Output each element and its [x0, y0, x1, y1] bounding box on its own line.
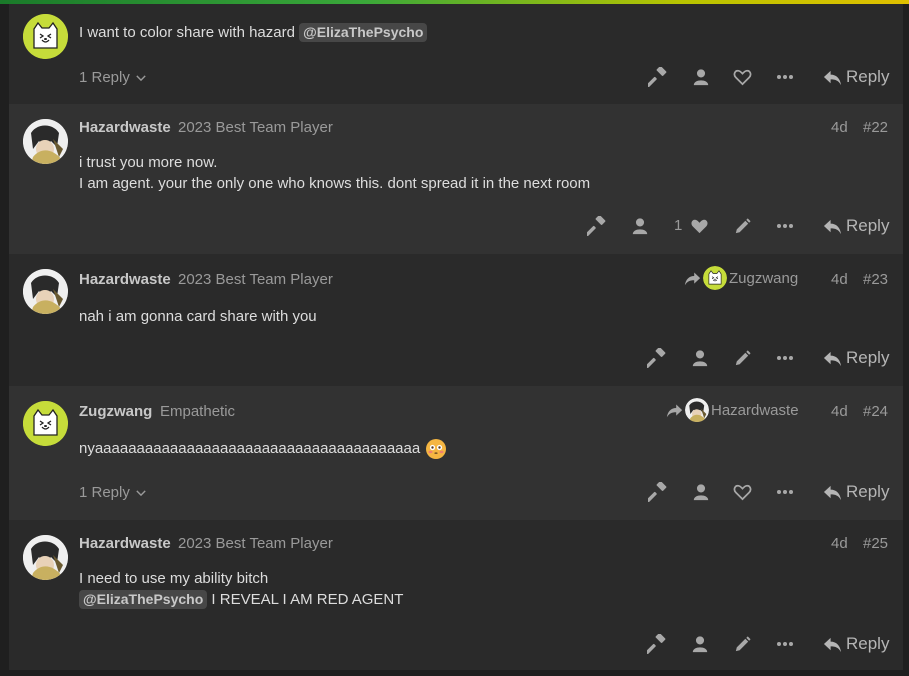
- reply-label: Reply: [846, 634, 890, 653]
- replies-toggle[interactable]: 1 Reply: [79, 69, 148, 86]
- more-icon[interactable]: [775, 482, 795, 502]
- user-title: Empathetic: [160, 403, 236, 420]
- more-icon[interactable]: [775, 634, 795, 654]
- post-21: I want to color share with hazard @Eliza…: [9, 4, 903, 104]
- hammer-icon[interactable]: [648, 67, 668, 87]
- reply-arrow-icon: [823, 217, 842, 236]
- reply-arrow-icon: [823, 68, 842, 87]
- username[interactable]: Hazardwaste: [79, 535, 171, 552]
- post-body: I need to use my ability bitch @ElizaThe…: [79, 568, 403, 610]
- replies-toggle[interactable]: 1 Reply: [79, 484, 148, 501]
- pencil-icon[interactable]: [732, 634, 752, 654]
- post-23: Hazardwaste 2023 Best Team Player Zugzwa…: [9, 254, 903, 386]
- post-body: nyaaaaaaaaaaaaaaaaaaaaaaaaaaaaaaaaaaaaaa…: [79, 438, 447, 460]
- reply-to-username: Zugzwang: [729, 269, 799, 287]
- share-arrow-icon: [666, 402, 683, 419]
- post-body: I want to color share with hazard @Eliza…: [79, 22, 428, 43]
- heart-icon[interactable]: [732, 67, 752, 87]
- flushed-face-emoji-icon: [426, 439, 447, 460]
- reply-to-avatar: [703, 266, 727, 290]
- more-icon[interactable]: [775, 216, 795, 236]
- reply-button[interactable]: Reply: [823, 67, 889, 87]
- post-date[interactable]: 4d: [831, 403, 848, 420]
- post-24: Zugzwang Empathetic Hazardwaste 4d #24 n…: [9, 386, 903, 520]
- reply-to-link[interactable]: Zugzwang: [684, 266, 798, 290]
- avatar-zugzwang[interactable]: [23, 14, 68, 59]
- post-body-line: nah i am gonna card share with you: [79, 308, 317, 325]
- hammer-icon[interactable]: [587, 216, 607, 236]
- user-icon[interactable]: [630, 216, 650, 236]
- user-icon[interactable]: [690, 634, 710, 654]
- post-number[interactable]: #22: [863, 119, 888, 136]
- hammer-icon[interactable]: [647, 634, 667, 654]
- post-body: nah i am gonna card share with you: [79, 306, 317, 327]
- heart-icon[interactable]: [732, 482, 752, 502]
- avatar-hazardwaste[interactable]: [23, 269, 68, 314]
- post-body-line: i trust you more now.: [79, 154, 218, 171]
- post-25: Hazardwaste 2023 Best Team Player 4d #25…: [9, 520, 903, 670]
- chevron-down-icon: [134, 486, 148, 500]
- post-date[interactable]: 4d: [831, 535, 848, 552]
- mention-link[interactable]: @ElizaThePsycho: [299, 23, 428, 42]
- user-title: 2023 Best Team Player: [178, 271, 333, 288]
- post-date[interactable]: 4d: [831, 119, 848, 136]
- post-number[interactable]: #25: [863, 535, 888, 552]
- mention-link[interactable]: @ElizaThePsycho: [79, 590, 208, 609]
- reply-arrow-icon: [823, 483, 842, 502]
- reply-to-avatar: [685, 398, 709, 422]
- user-icon[interactable]: [691, 67, 711, 87]
- reply-button[interactable]: Reply: [823, 482, 889, 502]
- chevron-down-icon: [134, 71, 148, 85]
- more-icon[interactable]: [775, 348, 795, 368]
- reply-to-link[interactable]: Hazardwaste: [666, 398, 799, 422]
- hazardwaste-avatar-icon: [23, 119, 68, 164]
- reply-button[interactable]: Reply: [823, 348, 889, 368]
- post-date[interactable]: 4d: [831, 271, 848, 288]
- user-title: 2023 Best Team Player: [178, 119, 333, 136]
- user-icon[interactable]: [691, 482, 711, 502]
- hammer-icon[interactable]: [647, 348, 667, 368]
- user-icon[interactable]: [690, 348, 710, 368]
- pencil-icon[interactable]: [732, 216, 752, 236]
- post-body-line: I need to use my ability bitch: [79, 570, 269, 587]
- reply-label: Reply: [846, 482, 890, 501]
- like-count[interactable]: 1: [674, 217, 682, 234]
- hazardwaste-avatar-icon: [23, 535, 68, 580]
- replies-label: 1 Reply: [79, 484, 130, 501]
- reply-arrow-icon: [823, 635, 842, 654]
- avatar-hazardwaste[interactable]: [23, 535, 68, 580]
- username[interactable]: Hazardwaste: [79, 119, 171, 136]
- post-body-line: nyaaaaaaaaaaaaaaaaaaaaaaaaaaaaaaaaaaaaaa…: [79, 440, 421, 457]
- avatar-zugzwang[interactable]: [23, 401, 68, 446]
- post-body-line: I REVEAL I AM RED AGENT: [211, 591, 404, 608]
- post-body-line: I want to color share with hazard: [79, 24, 295, 41]
- hazardwaste-avatar-icon: [23, 269, 68, 314]
- reply-button[interactable]: Reply: [823, 216, 889, 236]
- reply-arrow-icon: [823, 349, 842, 368]
- username[interactable]: Hazardwaste: [79, 271, 171, 288]
- share-arrow-icon: [684, 270, 701, 287]
- user-title: 2023 Best Team Player: [178, 535, 333, 552]
- cat-avatar-icon: [23, 401, 68, 446]
- post-number[interactable]: #24: [863, 403, 888, 420]
- post-22: Hazardwaste 2023 Best Team Player 4d #22…: [9, 104, 903, 254]
- cat-avatar-icon: [23, 14, 68, 59]
- heart-filled-icon[interactable]: [689, 216, 709, 236]
- pencil-icon[interactable]: [732, 348, 752, 368]
- reply-label: Reply: [846, 216, 890, 235]
- post-body-line: I am agent. your the only one who knows …: [79, 175, 591, 192]
- more-icon[interactable]: [775, 67, 795, 87]
- username[interactable]: Zugzwang: [79, 403, 152, 420]
- reply-to-username: Hazardwaste: [711, 401, 799, 419]
- hammer-icon[interactable]: [648, 482, 668, 502]
- avatar-hazardwaste[interactable]: [23, 119, 68, 164]
- reply-label: Reply: [846, 67, 890, 86]
- reply-button[interactable]: Reply: [823, 634, 889, 654]
- post-body: i trust you more now. I am agent. your t…: [79, 152, 590, 194]
- replies-label: 1 Reply: [79, 69, 130, 86]
- post-number[interactable]: #23: [863, 271, 888, 288]
- reply-label: Reply: [846, 348, 890, 367]
